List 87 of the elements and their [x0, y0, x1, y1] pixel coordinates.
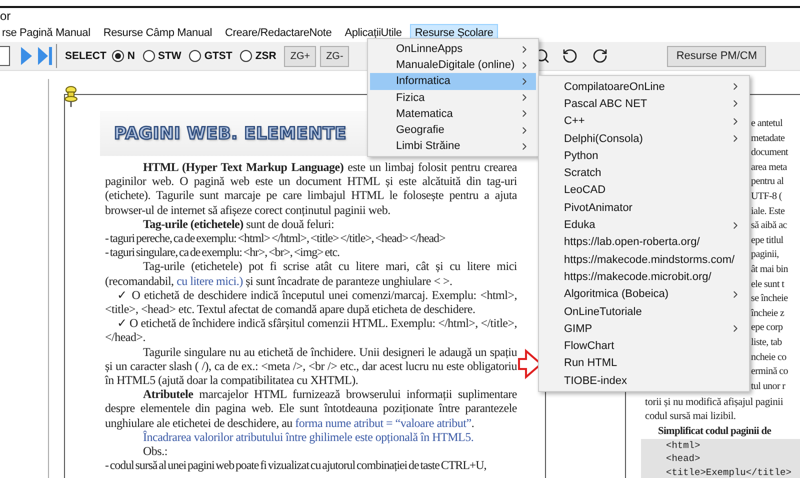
menu-item[interactable]: https://makecode.microbit.org/ — [541, 268, 747, 286]
menu-item[interactable]: https://makecode.mindstorms.com/ — [541, 250, 747, 268]
zoom-button[interactable]: ZG+ — [284, 46, 316, 66]
radio-option[interactable]: N — [112, 50, 136, 62]
paragraph: Tagurile singulare nu au etichetă de închidere. Unii designeri le adaugă un spațiu și un caracter slash ( /), ca de ex.: <meta />, <br /> etc., dar acest lucru nu este obligatoriu în HTML5 (ajută doar la compatibilitatea cu XHTML). — [105, 344, 517, 388]
text-line: pentru al — [751, 175, 785, 190]
menu-item[interactable]: Eduka — [541, 216, 747, 234]
select-label: SELECT — [65, 50, 106, 62]
zoom-button[interactable]: ZG- — [320, 46, 350, 66]
text-line: ele sunt t — [751, 278, 786, 292]
text-line: codul sursă mai lizibil. — [644, 410, 737, 424]
code-line: <html> — [666, 438, 702, 452]
menu-item[interactable]: CompilatoareOnLine — [541, 78, 747, 96]
code-line: <title>Exemplu</title> — [666, 466, 792, 478]
menu-item[interactable]: Matematica — [370, 106, 536, 122]
radio-option[interactable]: STW — [143, 50, 182, 62]
menu-item[interactable]: Creare/RedactareNote — [220, 24, 337, 42]
text-line: torii și nu modifică afișajul paginii — [644, 396, 784, 410]
text-line: area meta — [751, 160, 788, 175]
text-line: se încheie — [751, 292, 789, 306]
menu-item[interactable]: https://lab.open-roberta.org/ — [541, 234, 747, 251]
radio-label: STW — [158, 50, 182, 62]
menu-item[interactable]: FlowChart — [541, 337, 747, 355]
text-line: metadate — [751, 132, 786, 146]
radio-circle[interactable] — [112, 50, 124, 62]
menu-item[interactable]: Geografie — [370, 122, 536, 138]
code-line: <head> — [666, 452, 702, 466]
radio-label: ZSR — [255, 50, 276, 62]
paragraph: ✓ O etichetă de închidere indică sfârșitul comenzii HTML. Exemplu: </html>, </title>, </head>. — [105, 316, 517, 345]
menu-item[interactable]: Run HTML — [541, 354, 747, 372]
menu-item[interactable]: Python — [541, 147, 747, 164]
text-line: ncheie co — [751, 350, 788, 364]
text-line: document — [751, 146, 790, 160]
window-title: or — [0, 9, 11, 23]
paragraph: Tag-urile (etichetele) pot fi scrise atât cu litere mari, cât și cu litere mici (recomandabil, cu litere mici.) și sunt încadrate de paranteze unghiulare < >. — [105, 259, 517, 288]
paragraph: - taguri pereche, ca de exemplu: <html> </html>, <title> </title>, <head> </head> — [105, 231, 446, 246]
menu-item[interactable]: OnLineTutoriale — [541, 302, 747, 320]
menu-item[interactable]: Algoritmica (Bobeica) — [541, 286, 747, 303]
paragraph: Tag-urile (etichetele) sunt de două feluri: — [142, 216, 334, 232]
text-line: ât mai bin — [751, 262, 789, 277]
radio-label: N — [127, 50, 136, 62]
menu-item[interactable]: Informatica — [370, 73, 536, 90]
text-line: e antetul — [751, 117, 784, 131]
menu-item[interactable]: LeoCAD — [541, 182, 747, 200]
text-line: UTF-8 ( — [751, 190, 783, 204]
text-line: paginii, — [751, 248, 780, 262]
menu-item[interactable]: rse Pagină Manual — [0, 24, 96, 42]
menu-item[interactable]: TIOBE-index — [541, 372, 747, 390]
menu-item[interactable]: AplicațiiUtile — [340, 24, 407, 42]
menu-item[interactable]: Fizica — [370, 90, 536, 106]
text-line: iale. Este — [751, 204, 786, 219]
paragraph: Obs.: — [142, 444, 168, 458]
menu-item[interactable]: Delphi(Consola) — [541, 130, 747, 148]
text-line: epe titlul — [751, 234, 784, 248]
paragraph: Atributele marcajelor HTML furnizează browserului informații suplimentare despre elementele din pagina web. Ele sunt întotdeauna poziționate între parantezele unghiulare ale etichetei de deschidere, au forma nume atribut = “valoare atribut”. — [105, 387, 517, 430]
radio-circle[interactable] — [143, 50, 156, 62]
text-line: liste, tab — [751, 336, 783, 350]
paragraph: - codul sursă al unei pagini web poate fi vizualizat cu ajutorul combinației de taste CTRL+U, — [105, 458, 488, 472]
text-line: tul unor r — [751, 380, 786, 394]
radio-option[interactable]: GTST — [189, 50, 232, 62]
radio-circle[interactable] — [189, 50, 202, 62]
menu-item[interactable]: Resurse Câmp Manual — [98, 24, 218, 42]
radio-label: GTST — [204, 50, 232, 62]
text-line: încheie z — [751, 306, 786, 321]
menu-item[interactable]: Pascal ABC NET — [541, 95, 747, 113]
menu-item[interactable]: C++ — [541, 112, 747, 130]
text-line: epe corp — [751, 321, 784, 336]
resources-button[interactable]: Resurse PM/CM — [667, 46, 766, 66]
paragraph: ✓ O etichetă de deschidere indică începutul unei comenzi/marcaj. Exemplu: <html>, <title>, <head> etc. Textul afectat de comandă apare după eticheta de deschidere. — [105, 288, 517, 316]
paragraph: - taguri singulare, ca de exemplu: <hr>, <br>, <img> etc. — [105, 245, 341, 260]
page-title: PAGINI WEB. ELEMENTE — [114, 124, 347, 144]
menu-item[interactable]: GIMP — [541, 320, 747, 338]
menu-item[interactable]: PivotAnimator — [541, 199, 747, 216]
paragraph: HTML (Hyper Text Markup Language) este un limbaj folosit pentru crearea paginilor web. O pagină web este un document HTML și este alcătuită din tag-uri (etichete). Tagurile sunt marcaje pe care limbajul HTML le folosește pentru a ajuta browser-ul de internet să afișeze corect conținutul paginii web. — [105, 160, 517, 217]
menu-item[interactable]: Limbi Străine — [370, 138, 536, 154]
paragraph: Încadrarea valorilor atributului între ghilimele este opțională în HTML5. — [143, 430, 475, 444]
menu-item[interactable]: OnLinneApps — [370, 41, 536, 58]
subheading: Simplificat codul paginii de — [657, 424, 772, 439]
control-edge[interactable] — [0, 46, 10, 66]
text-line: să aibă ac — [751, 219, 788, 234]
text-line: ermină co — [751, 365, 790, 380]
skip-end-icon[interactable] — [37, 46, 53, 66]
radio-option[interactable]: ZSR — [240, 50, 276, 62]
play-icon[interactable] — [20, 46, 33, 66]
radio-circle[interactable] — [240, 50, 252, 62]
menu-item[interactable]: Scratch — [541, 164, 747, 182]
menu-item[interactable]: ManualeDigitale (online) — [370, 57, 536, 74]
